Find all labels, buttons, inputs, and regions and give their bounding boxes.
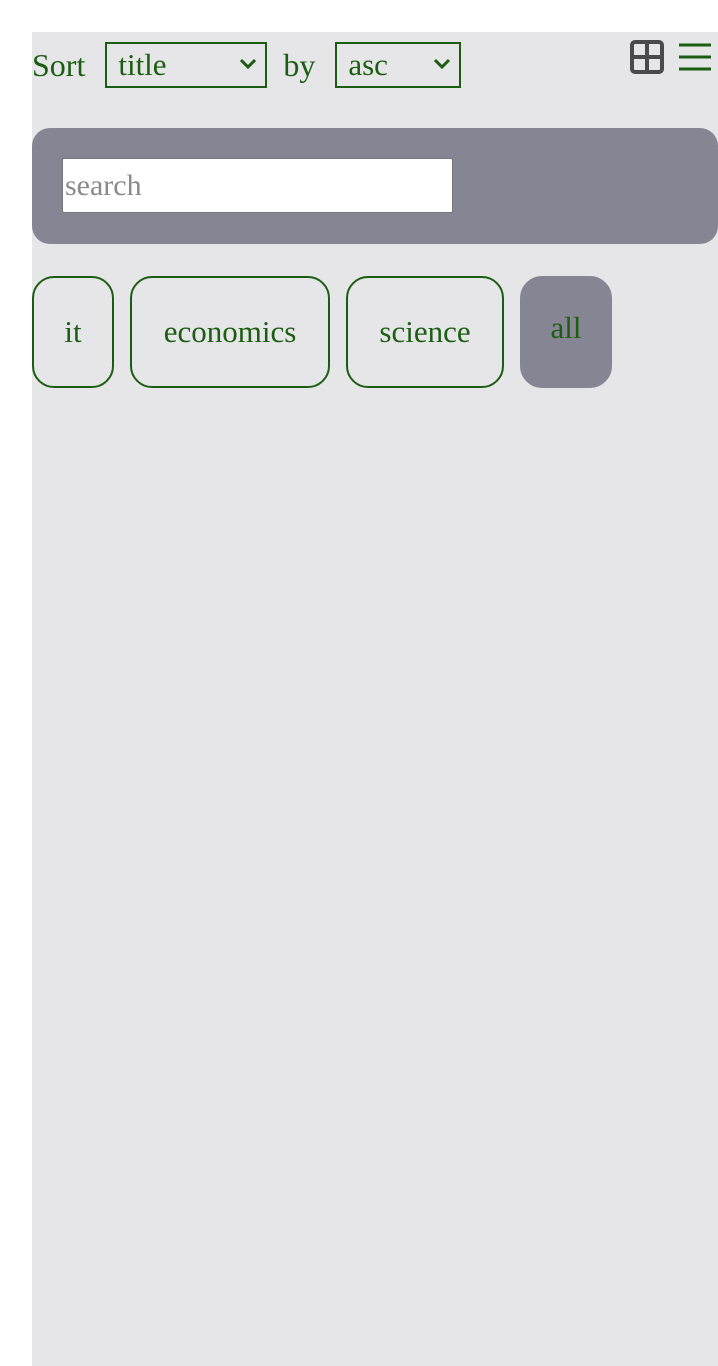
view-toggle	[630, 40, 712, 74]
chevron-down-icon	[240, 58, 257, 70]
tag-economics[interactable]: economics	[130, 276, 330, 388]
sort-label: Sort	[32, 46, 86, 83]
sort-toolbar: Sort title by asc	[32, 40, 462, 90]
tag-it[interactable]: it	[32, 276, 114, 388]
sort-order-select[interactable]: asc	[335, 42, 462, 88]
by-label: by	[283, 46, 316, 83]
search-input[interactable]	[62, 158, 453, 213]
tag-science[interactable]: science	[346, 276, 504, 388]
grid-view-icon[interactable]	[630, 40, 664, 74]
chevron-down-icon	[434, 58, 451, 70]
sort-field-value: title	[118, 47, 167, 82]
tag-all[interactable]: all	[520, 276, 612, 388]
content-panel: Sort title by asc it e	[32, 32, 718, 1366]
search-bar	[32, 128, 718, 244]
sort-field-select[interactable]: title	[105, 42, 268, 88]
category-filters: it economics science all	[32, 276, 612, 388]
list-view-icon[interactable]	[678, 40, 712, 74]
sort-order-value: asc	[348, 47, 388, 82]
